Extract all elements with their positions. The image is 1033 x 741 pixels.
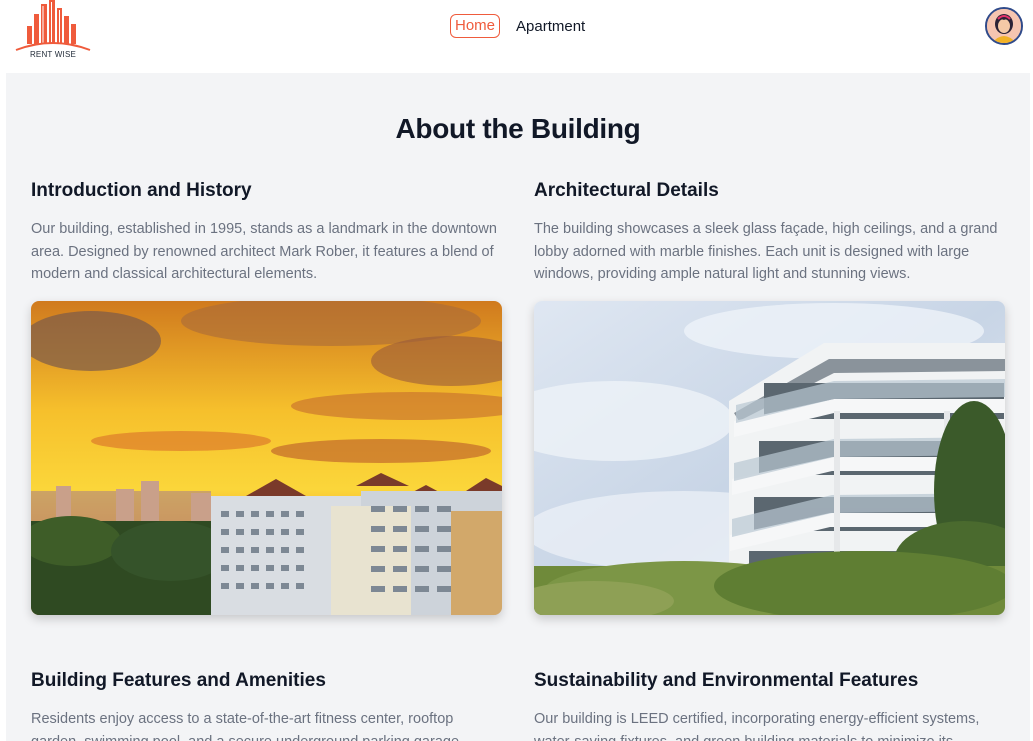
white-apartment-building-image	[534, 301, 1005, 615]
section-text: Residents enjoy access to a state-of-the…	[31, 711, 463, 741]
page-title: About the Building	[395, 113, 641, 144]
nav-link-home[interactable]: Home	[450, 14, 501, 38]
section-text: Our building is LEED certified, incorpor…	[534, 711, 980, 741]
sunset-cityscape-image	[31, 301, 502, 615]
about-main: About the Building Introduction and Hist…	[6, 73, 1030, 741]
sunset-cityscape-icon	[31, 301, 502, 615]
section-heading: Building Features and Amenities	[31, 670, 326, 691]
section-text: The building showcases a sleek glass faç…	[534, 221, 998, 282]
section-text: Our building, established in 1995, stand…	[31, 221, 497, 282]
section-architectural-details: Architectural Details The building showc…	[534, 180, 1006, 286]
section-heading: Sustainability and Environmental Feature…	[534, 670, 919, 691]
section-building-features: Building Features and Amenities Resident…	[31, 670, 503, 741]
section-heading: Architectural Details	[534, 180, 719, 201]
logo-text: RENT WISE	[29, 50, 77, 59]
section-heading: Introduction and History	[31, 180, 252, 201]
navbar: RENT WISE Home Apartment	[0, 0, 1033, 73]
section-introduction-history: Introduction and History Our building, e…	[31, 180, 503, 286]
white-building-icon	[534, 301, 1005, 615]
section-sustainability: Sustainability and Environmental Feature…	[534, 670, 1006, 741]
nav-links: Home Apartment	[450, 14, 585, 38]
building-logo-icon	[15, 0, 91, 51]
user-avatar[interactable]	[985, 7, 1023, 45]
user-avatar-icon	[987, 9, 1021, 43]
nav-link-apartment[interactable]: Apartment	[516, 18, 585, 35]
rentwise-logo[interactable]: RENT WISE	[14, 0, 92, 60]
